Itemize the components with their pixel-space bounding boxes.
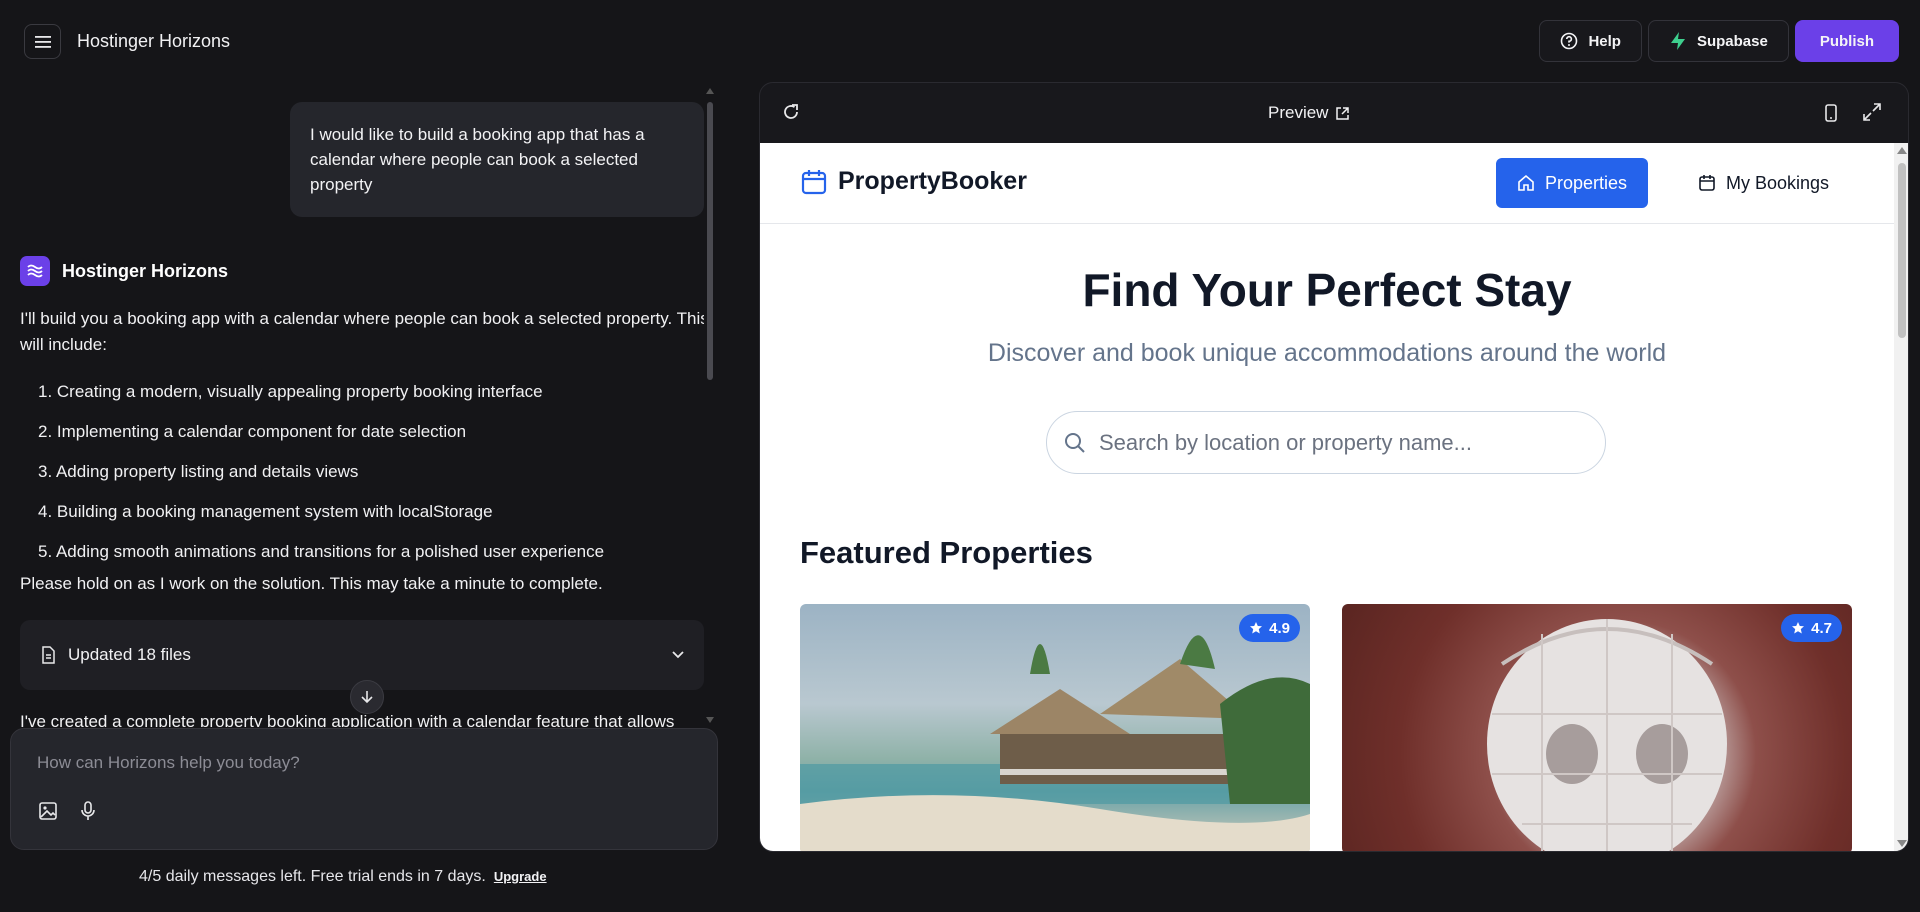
top-actions: Help Supabase Publish <box>1539 20 1899 62</box>
nav-properties-button[interactable]: Properties <box>1496 158 1648 208</box>
hero-title: Find Your Perfect Stay <box>1082 264 1572 316</box>
external-link-icon <box>1336 106 1350 120</box>
rating-badge: 4.9 <box>1239 614 1300 642</box>
preview-scrollbar-thumb[interactable] <box>1898 163 1906 338</box>
site-navbar: PropertyBooker Properties My Bookings <box>760 143 1894 224</box>
menu-button[interactable] <box>24 24 61 59</box>
scroll-up-arrow-icon[interactable] <box>706 88 714 94</box>
property-card[interactable]: 4.9 <box>800 604 1310 851</box>
refresh-button[interactable] <box>781 102 801 127</box>
nav-properties-label: Properties <box>1544 172 1628 193</box>
assistant-name: Hostinger Horizons <box>62 260 229 281</box>
image-icon <box>39 802 57 820</box>
calendar-small-icon <box>1699 175 1715 191</box>
preview-frame[interactable]: PropertyBooker Properties My Bookings Fi… <box>760 143 1908 851</box>
property-card[interactable]: 4.7 <box>1342 604 1852 851</box>
supabase-icon <box>1670 32 1685 50</box>
file-icon <box>42 646 55 664</box>
mobile-view-button[interactable] <box>1824 103 1838 128</box>
chat-input-placeholder[interactable]: How can Horizons help you today? <box>37 753 300 773</box>
preview-title: Preview <box>1268 103 1329 122</box>
brand-name: PropertyBooker <box>838 167 1027 195</box>
supabase-button[interactable]: Supabase <box>1647 20 1789 62</box>
list-item: 3. Adding property listing and details v… <box>38 462 359 481</box>
assistant-intro: I'll build you a booking app with a cale… <box>20 309 704 354</box>
hero-subtitle: Discover and book unique accommodations … <box>987 339 1667 367</box>
star-icon <box>1250 622 1263 634</box>
expand-icon <box>1863 103 1881 121</box>
property-photo-beach-hut <box>800 635 1310 851</box>
calendar-icon <box>801 169 827 194</box>
assistant-steps: 1. Creating a modern, visually appealing… <box>38 372 704 572</box>
site-search-input[interactable]: Search by location or property name... <box>1046 411 1606 474</box>
top-bar: Hostinger Horizons Help Supabase Publish <box>0 0 1920 82</box>
search-icon <box>1065 432 1085 453</box>
arrow-down-icon <box>361 691 373 704</box>
chat-scrollbar-thumb[interactable] <box>707 102 713 380</box>
help-icon <box>1561 32 1578 50</box>
list-item: 5. Adding smooth animations and transiti… <box>38 542 605 561</box>
star-icon <box>1792 622 1805 634</box>
usage-text: 4/5 daily messages left. Free trial ends… <box>139 868 486 885</box>
list-item: 2. Implementing a calendar component for… <box>38 422 467 441</box>
microphone-icon <box>81 801 95 820</box>
app-title: Hostinger Horizons <box>77 31 231 51</box>
scroll-to-bottom-button[interactable] <box>350 680 384 714</box>
scroll-up-arrow-icon[interactable] <box>1897 147 1907 154</box>
refresh-icon <box>784 104 798 119</box>
publish-label: Publish <box>1819 32 1874 50</box>
horizons-logo-icon <box>20 256 50 286</box>
preview-toolbar: Preview <box>760 83 1908 143</box>
chat-composer[interactable]: How can Horizons help you today? <box>10 728 718 850</box>
usage-note: 4/5 daily messages left. Free trial ends… <box>139 868 547 886</box>
chevron-down-icon <box>672 651 684 659</box>
scroll-down-arrow-icon[interactable] <box>1897 840 1907 847</box>
chat-scroll-area[interactable]: I would like to build a booking app that… <box>10 82 704 727</box>
preview-scrollbar[interactable] <box>1894 143 1908 851</box>
preview-open-link[interactable]: Preview <box>1268 103 1350 123</box>
help-label: Help <box>1588 32 1621 50</box>
chat-scrollbar[interactable] <box>706 88 714 723</box>
hamburger-icon <box>34 35 51 48</box>
property-photo-sculpture <box>1487 619 1727 851</box>
chat-panel: I would like to build a booking app that… <box>10 82 718 727</box>
fullscreen-button[interactable] <box>1862 102 1882 127</box>
mobile-device-icon <box>1825 104 1837 122</box>
assistant-hold-text: Please hold on as I work on the solution… <box>20 574 603 593</box>
nav-bookings-button[interactable]: My Bookings <box>1698 158 1829 208</box>
image-upload-button[interactable] <box>38 801 58 826</box>
rating-value: 4.9 <box>1269 619 1290 637</box>
list-item: 1. Creating a modern, visually appealing… <box>38 382 543 401</box>
rating-value: 4.7 <box>1811 619 1832 637</box>
home-icon <box>1518 174 1534 191</box>
supabase-label: Supabase <box>1696 32 1768 50</box>
upgrade-link[interactable]: Upgrade <box>494 869 547 884</box>
nav-bookings-label: My Bookings <box>1726 172 1830 193</box>
publish-button[interactable]: Publish <box>1794 20 1899 62</box>
updated-files-label: Updated 18 files <box>68 645 191 664</box>
rating-badge: 4.7 <box>1781 614 1842 642</box>
user-message: I would like to build a booking app that… <box>290 102 704 217</box>
voice-input-button[interactable] <box>79 801 97 826</box>
site-brand[interactable]: PropertyBooker <box>800 167 1027 196</box>
scroll-down-arrow-icon[interactable] <box>706 717 714 723</box>
list-item: 4. Building a booking management system … <box>38 502 493 521</box>
featured-heading: Featured Properties <box>800 535 1093 570</box>
assistant-followup-text: I've created a complete property booking… <box>20 712 675 727</box>
site-search-placeholder: Search by location or property name... <box>1099 429 1472 455</box>
preview-panel: Preview PropertyBooker Properties My Boo… <box>759 82 1909 852</box>
help-button[interactable]: Help <box>1539 20 1642 62</box>
assistant-header: Hostinger Horizons <box>20 256 228 286</box>
